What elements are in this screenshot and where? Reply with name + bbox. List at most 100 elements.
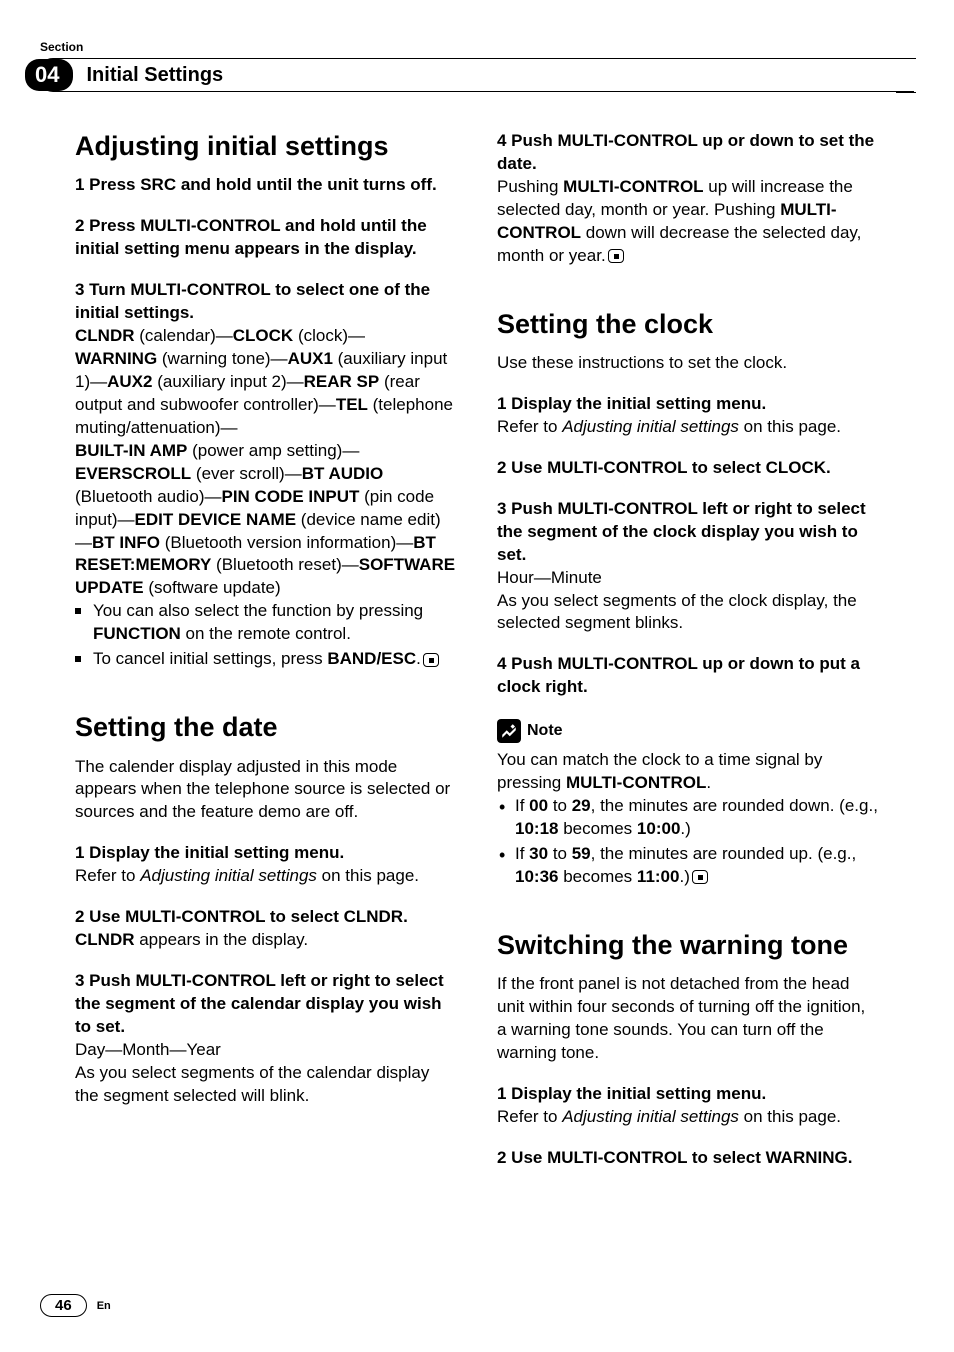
body-italic: Adjusting initial settings [562, 1107, 739, 1126]
note-text: To cancel initial settings, press [93, 649, 327, 668]
date-step-2: 2 Use MULTI-CONTROL to select CLNDR. CLN… [75, 906, 457, 952]
heading-date: Setting the date [75, 711, 457, 743]
step-head: 3 Turn MULTI-CONTROL to select one of th… [75, 279, 457, 325]
warning-intro: If the front panel is not detached from … [497, 973, 879, 1065]
note-label: Note [527, 720, 563, 742]
clock-intro: Use these instructions to set the clock. [497, 352, 879, 375]
step-body: As you select segments of the clock disp… [497, 590, 879, 636]
note-bold: FUNCTION [93, 624, 181, 643]
t: to [548, 844, 572, 863]
note-body: You can match the clock to a time signal… [497, 749, 879, 795]
opt-text: (auxiliary input 2)— [152, 372, 303, 391]
adj-notes: You can also select the function by pres… [75, 600, 457, 671]
section-label: Section [40, 40, 83, 54]
t: If [515, 796, 529, 815]
b: 59 [572, 844, 591, 863]
heading-warning: Switching the warning tone [497, 929, 879, 961]
opt-clock: CLOCK [233, 326, 293, 345]
body-text: appears in the display. [135, 930, 309, 949]
clock-step-2: 2 Use MULTI-CONTROL to select CLOCK. [497, 457, 879, 480]
t: If [515, 844, 529, 863]
t: becomes [558, 819, 636, 838]
step-body: Refer to Adjusting initial settings on t… [497, 416, 879, 439]
step-head: 4 Push MULTI-CONTROL up or down to set t… [497, 130, 879, 176]
body-text: on this page. [739, 417, 841, 436]
step-head: 1 Display the initial setting menu. [75, 842, 457, 865]
t: , the minutes are rounded up. (e.g., [591, 844, 857, 863]
content-area: Adjusting initial settings 1 Press SRC a… [75, 130, 879, 1272]
step-body: Refer to Adjusting initial settings on t… [75, 865, 457, 888]
opt-builtinamp: BUILT-IN AMP [75, 441, 187, 460]
opt-editdevice: EDIT DEVICE NAME [135, 510, 297, 529]
step-head: 3 Push MULTI-CONTROL left or right to se… [75, 970, 457, 1039]
step-head: 2 Use MULTI-CONTROL to select WARNING. [497, 1147, 879, 1170]
right-column: 4 Push MULTI-CONTROL up or down to set t… [497, 130, 879, 1272]
note-bold: BAND/ESC [327, 649, 416, 668]
opt-tel: TEL [336, 395, 368, 414]
left-column: Adjusting initial settings 1 Press SRC a… [75, 130, 457, 1272]
body-bold: CLNDR [75, 930, 135, 949]
chapter-title: Initial Settings [86, 64, 223, 87]
b: 30 [529, 844, 548, 863]
step-text: 2 Press MULTI-CONTROL and hold until the… [75, 216, 427, 258]
opt-text: (power amp setting)— [187, 441, 359, 460]
note-text: You can also select the function by pres… [93, 601, 423, 620]
section-number-badge: 04 [25, 59, 73, 91]
adj-step-2: 2 Press MULTI-CONTROL and hold until the… [75, 215, 457, 261]
b: 11:00 [637, 867, 680, 886]
body-text: Refer to [75, 866, 140, 885]
body-italic: Adjusting initial settings [140, 866, 317, 885]
opt-text: (Bluetooth version information)— [160, 533, 413, 552]
body-text: Refer to [497, 1107, 562, 1126]
step-head: 4 Push MULTI-CONTROL up or down to put a… [497, 653, 879, 699]
body-text: Pushing [497, 177, 563, 196]
date-step-3: 3 Push MULTI-CONTROL left or right to se… [75, 970, 457, 1108]
t: .) [679, 867, 689, 886]
step-body: Day—Month—Year [75, 1039, 457, 1062]
opt-aux2: AUX2 [107, 372, 152, 391]
end-mark-icon [608, 249, 624, 263]
opt-text: (software update) [144, 578, 281, 597]
b: 00 [529, 796, 548, 815]
t: , the minutes are rounded down. (e.g., [591, 796, 878, 815]
t: to [548, 796, 572, 815]
note-item: You can also select the function by pres… [75, 600, 457, 646]
note-bold: MULTI-CONTROL [566, 773, 706, 792]
end-mark-icon [423, 653, 439, 667]
end-mark-icon [692, 870, 708, 884]
date-step-1: 1 Display the initial setting menu. Refe… [75, 842, 457, 888]
step-head: 2 Use MULTI-CONTROL to select CLOCK. [497, 457, 879, 480]
body-bold: MULTI-CONTROL [563, 177, 703, 196]
clock-step-3: 3 Push MULTI-CONTROL left or right to se… [497, 498, 879, 636]
adj-step-1: 1 Press SRC and hold until the unit turn… [75, 174, 457, 197]
opt-text: (Bluetooth audio)— [75, 487, 221, 506]
opt-text: (Bluetooth reset)— [211, 555, 358, 574]
body-italic: Adjusting initial settings [562, 417, 739, 436]
options-list: CLNDR (calendar)—CLOCK (clock)— WARNING … [75, 325, 457, 600]
step-head: 2 Use MULTI-CONTROL to select CLNDR. [75, 906, 457, 929]
body-text: on this page. [317, 866, 419, 885]
opt-clndr: CLNDR [75, 326, 135, 345]
step-head: 3 Push MULTI-CONTROL left or right to se… [497, 498, 879, 567]
header-bar: 04 Initial Settings [25, 58, 914, 92]
b: 10:36 [515, 867, 558, 886]
note-bullet-2: If 30 to 59, the minutes are rounded up.… [497, 843, 879, 889]
body-text: Refer to [497, 417, 562, 436]
step-body: Pushing MULTI-CONTROL up will increase t… [497, 176, 879, 268]
date-step-4: 4 Push MULTI-CONTROL up or down to set t… [497, 130, 879, 268]
opt-pincode: PIN CODE INPUT [221, 487, 359, 506]
clock-step-1: 1 Display the initial setting menu. Refe… [497, 393, 879, 439]
footer: 46 En [40, 1294, 111, 1317]
warning-step-1: 1 Display the initial setting menu. Refe… [497, 1083, 879, 1129]
b: 29 [572, 796, 591, 815]
body-text: on this page. [739, 1107, 841, 1126]
page-number: 46 [40, 1294, 87, 1317]
note-text: on the remote control. [181, 624, 351, 643]
step-head: 1 Display the initial setting menu. [497, 393, 879, 416]
language-label: En [97, 1300, 111, 1312]
opt-everscroll: EVERSCROLL [75, 464, 191, 483]
t: becomes [558, 867, 636, 886]
opt-text: (calendar)— [135, 326, 233, 345]
date-intro: The calender display adjusted in this mo… [75, 756, 457, 825]
opt-text: (ever scroll)— [191, 464, 302, 483]
